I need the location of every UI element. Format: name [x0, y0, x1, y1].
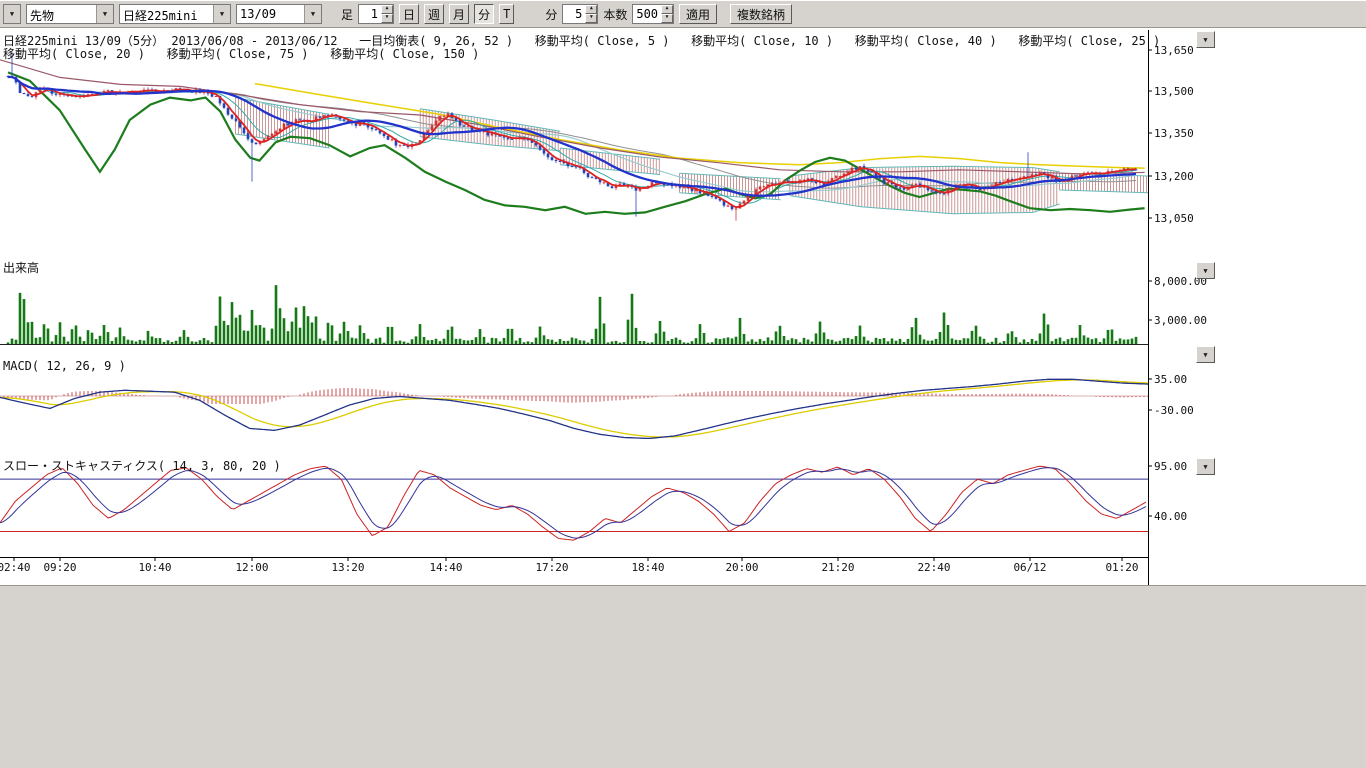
multi-symbol-button[interactable]: 複数銘柄: [730, 4, 792, 24]
toolbar: ▼ 先物 ▼ 日経225mini ▼ 13/09 ▼ 足 1 ▲▼ 日 週 月 …: [0, 0, 1366, 28]
price-tick-label: 13,200: [1154, 170, 1194, 183]
time-tick-label: 09:20: [43, 561, 76, 574]
empty-workspace-area: [0, 585, 1366, 768]
price-tick-label: 13,500: [1154, 85, 1194, 98]
period-minute-button[interactable]: 分: [474, 4, 494, 24]
chart-area: 日経225mini 13/09（5分） 2013/06/08 - 2013/06…: [0, 28, 1366, 585]
time-tick-label: 14:40: [429, 561, 462, 574]
stoch-tick-label: 95.00: [1154, 460, 1187, 473]
instrument-type-value: 先物: [27, 5, 96, 23]
price-tick-label: 13,050: [1154, 212, 1194, 225]
price-tick-label: 13,650: [1154, 44, 1194, 57]
chevron-down-icon[interactable]: ▼: [4, 5, 20, 23]
macd-tick-label: -30.00: [1154, 404, 1194, 417]
chart-app-window: ▼ 先物 ▼ 日経225mini ▼ 13/09 ▼ 足 1 ▲▼ 日 週 月 …: [0, 0, 1366, 768]
contract-select[interactable]: 13/09 ▼: [236, 4, 322, 24]
time-tick-label: 17:20: [535, 561, 568, 574]
time-tick-label: 18:40: [631, 561, 664, 574]
time-tick-label: 12:00: [235, 561, 268, 574]
chevron-down-icon: ▼: [1203, 351, 1207, 359]
bars-label: 本数: [603, 6, 627, 23]
spin-down-icon[interactable]: ▼: [585, 14, 597, 23]
chevron-down-icon[interactable]: ▼: [304, 5, 321, 23]
symbol-value: 日経225mini: [120, 5, 213, 23]
macd-pane-label: MACD( 12, 26, 9 ): [3, 359, 126, 373]
apply-button[interactable]: 適用: [679, 4, 717, 24]
chart-canvas[interactable]: [0, 28, 1366, 585]
spin-up-icon[interactable]: ▲: [585, 5, 597, 14]
spin-down-icon[interactable]: ▼: [381, 14, 393, 23]
volume-tick-label: 3,000.00: [1154, 314, 1207, 327]
bars-value: 500: [633, 5, 661, 23]
mini-combo[interactable]: ▼: [3, 4, 21, 24]
volume-pane-menu-button[interactable]: ▼: [1196, 262, 1215, 279]
time-tick-label: 02:40: [0, 561, 31, 574]
spin-up-icon[interactable]: ▲: [661, 5, 673, 14]
spin-down-icon[interactable]: ▼: [661, 14, 673, 23]
timeframe-label: 足: [341, 6, 353, 23]
bars-input[interactable]: 500 ▲▼: [632, 4, 674, 24]
price-pane-menu-button[interactable]: ▼: [1196, 31, 1215, 48]
spin-up-icon[interactable]: ▲: [381, 5, 393, 14]
minute-label: 分: [545, 6, 557, 23]
period-week-button[interactable]: 週: [424, 4, 444, 24]
stoch-tick-label: 40.00: [1154, 510, 1187, 523]
time-tick-label: 21:20: [821, 561, 854, 574]
timeframe-step-input[interactable]: 1 ▲▼: [358, 4, 394, 24]
time-tick-label: 20:00: [725, 561, 758, 574]
macd-pane-menu-button[interactable]: ▼: [1196, 346, 1215, 363]
chevron-down-icon: ▼: [1203, 36, 1207, 44]
time-tick-label: 01:20: [1105, 561, 1138, 574]
price-tick-label: 13,350: [1154, 127, 1194, 140]
chevron-down-icon: ▼: [1203, 267, 1207, 275]
chevron-down-icon[interactable]: ▼: [213, 5, 230, 23]
chevron-down-icon: ▼: [1203, 463, 1207, 471]
time-tick-label: 22:40: [917, 561, 950, 574]
minute-value: 5: [563, 5, 585, 23]
minute-input[interactable]: 5 ▲▼: [562, 4, 598, 24]
time-tick-label: 10:40: [138, 561, 171, 574]
macd-tick-label: 35.00: [1154, 373, 1187, 386]
stoch-pane-label: スロー・ストキャスティクス( 14, 3, 80, 20 ): [3, 457, 281, 474]
contract-value: 13/09: [237, 5, 304, 23]
time-tick-label: 13:20: [331, 561, 364, 574]
time-tick-label: 06/12: [1013, 561, 1046, 574]
instrument-type-select[interactable]: 先物 ▼: [26, 4, 114, 24]
symbol-select[interactable]: 日経225mini ▼: [119, 4, 231, 24]
chart-header-line2: 移動平均( Close, 20 ) 移動平均( Close, 75 ) 移動平均…: [3, 45, 479, 62]
stoch-pane-menu-button[interactable]: ▼: [1196, 458, 1215, 475]
chevron-down-icon[interactable]: ▼: [96, 5, 113, 23]
period-month-button[interactable]: 月: [449, 4, 469, 24]
volume-pane-label: 出来高: [3, 259, 39, 276]
period-day-button[interactable]: 日: [399, 4, 419, 24]
timeframe-step-value: 1: [359, 5, 381, 23]
period-tick-button[interactable]: T: [499, 4, 514, 24]
